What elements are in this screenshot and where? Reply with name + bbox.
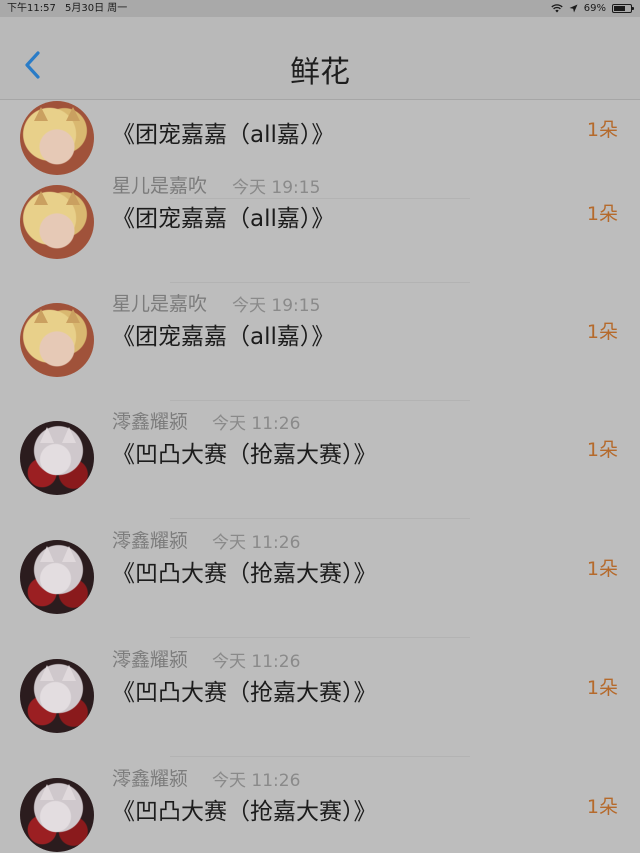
avatar-ear	[62, 427, 76, 443]
user-name[interactable]: 澪鑫耀颍	[112, 526, 188, 553]
avatar-ear	[62, 546, 76, 562]
flower-count: 1朵	[586, 119, 618, 141]
list-item[interactable]: 星儿是嘉吹 今天 19:15 《团宠嘉嘉（all嘉）》 1朵	[0, 165, 640, 283]
post-time: 今天 11:26	[212, 771, 301, 791]
user-name[interactable]: 澪鑫耀颍	[112, 407, 188, 434]
post-time: 今天 11:26	[212, 652, 301, 672]
status-right: 69%	[551, 0, 634, 17]
flower-count: 1朵	[586, 203, 618, 225]
battery-percent: 69%	[583, 3, 606, 14]
avatar-ear	[40, 546, 54, 562]
post-time: 今天 19:15	[232, 178, 321, 198]
list-item[interactable]: 澪鑫耀颍 今天 11:26 《凹凸大赛（抢嘉大赛）》 1朵	[0, 639, 640, 757]
avatar-ear	[34, 107, 48, 121]
topic-title[interactable]: 《团宠嘉嘉（all嘉）》	[112, 317, 334, 351]
topic-title[interactable]: 《凹凸大赛（抢嘉大赛）》	[112, 792, 377, 826]
flower-count: 1朵	[586, 796, 618, 818]
post-time: 今天 11:26	[212, 533, 301, 553]
flower-count: 1朵	[586, 677, 618, 699]
avatar-ear	[66, 107, 80, 121]
avatar[interactable]	[20, 778, 94, 852]
avatar-ear	[66, 309, 80, 323]
post-time: 今天 11:26	[212, 414, 301, 434]
avatar-ear	[62, 784, 76, 800]
avatar[interactable]	[20, 659, 94, 733]
topic-title[interactable]: 《凹凸大赛（抢嘉大赛）》	[112, 554, 377, 588]
avatar[interactable]	[20, 540, 94, 614]
avatar-ear	[66, 191, 80, 205]
user-name[interactable]: 澪鑫耀颍	[112, 764, 188, 791]
topic-title[interactable]: 《凹凸大赛（抢嘉大赛）》	[112, 435, 377, 469]
post-time: 今天 19:15	[232, 296, 321, 316]
user-name[interactable]: 澪鑫耀颍	[112, 645, 188, 672]
topic-title[interactable]: 《团宠嘉嘉（all嘉）》	[112, 199, 334, 233]
topic-title[interactable]: 《团宠嘉嘉（all嘉）》	[112, 115, 334, 149]
avatar-ear	[40, 427, 54, 443]
flower-count: 1朵	[586, 321, 618, 343]
flower-count: 1朵	[586, 439, 618, 461]
avatar-ear	[62, 665, 76, 681]
avatar-ear	[34, 191, 48, 205]
row-divider	[170, 518, 470, 519]
list-item[interactable]: 澪鑫耀颍 今天 11:26 《凹凸大赛（抢嘉大赛）》 1朵	[0, 520, 640, 638]
avatar[interactable]	[20, 421, 94, 495]
topic-title[interactable]: 《凹凸大赛（抢嘉大赛）》	[112, 673, 377, 707]
status-bar: 下午11:57 5月30日 周一 69%	[0, 0, 640, 17]
avatar-ear	[40, 784, 54, 800]
list-item[interactable]: 澪鑫耀颍 今天 11:26 《凹凸大赛（抢嘉大赛）》 1朵	[0, 758, 640, 853]
wifi-icon	[551, 4, 563, 13]
avatar[interactable]	[20, 185, 94, 259]
list-item[interactable]: 星儿是嘉吹 今天 19:15 《团宠嘉嘉（all嘉）》 1朵	[0, 283, 640, 401]
battery-level	[614, 6, 626, 11]
list-item[interactable]: 澪鑫耀颍 今天 11:26 《凹凸大赛（抢嘉大赛）》 1朵	[0, 401, 640, 519]
status-date: 5月30日 周一	[65, 3, 128, 14]
status-time: 下午11:57	[7, 3, 56, 14]
row-divider	[170, 637, 470, 638]
user-name[interactable]: 星儿是嘉吹	[112, 289, 207, 316]
avatar-ear	[34, 309, 48, 323]
flower-record-list: 《团宠嘉嘉（all嘉）》 1朵 星儿是嘉吹 今天 19:15 《团宠嘉嘉（all嘉）》 1…	[0, 100, 640, 853]
battery-icon	[612, 4, 634, 13]
row-divider	[170, 756, 470, 757]
avatar[interactable]	[20, 101, 94, 175]
status-left: 下午11:57 5月30日 周一	[7, 0, 133, 17]
page-title: 鲜花	[290, 55, 350, 90]
location-arrow-icon	[569, 4, 578, 13]
avatar[interactable]	[20, 303, 94, 377]
flower-count: 1朵	[586, 558, 618, 580]
user-name[interactable]: 星儿是嘉吹	[112, 171, 207, 198]
nav-bar: 鲜花	[0, 17, 640, 100]
avatar-ear	[40, 665, 54, 681]
